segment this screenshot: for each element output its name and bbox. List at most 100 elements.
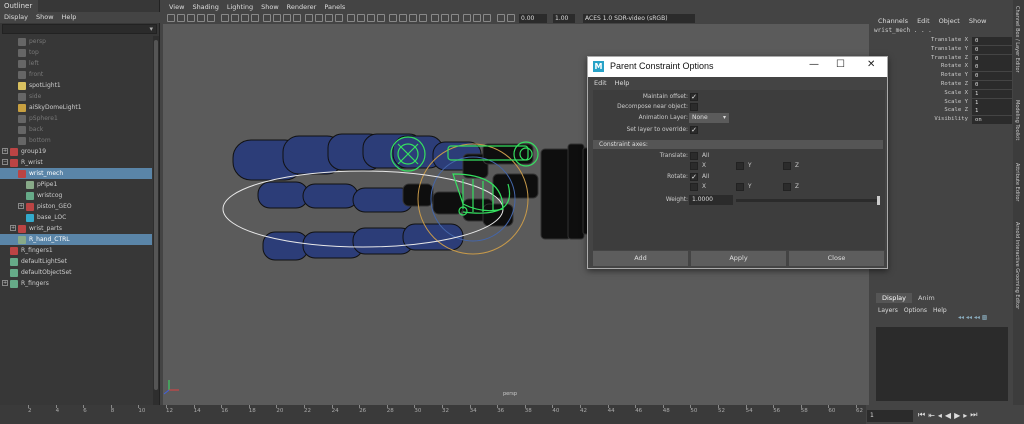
side-tab-arnold-grooming[interactable]: Arnold Interactive Grooming Editor xyxy=(1014,222,1020,309)
viewport-tool-icon[interactable] xyxy=(347,14,355,22)
viewport-tool-icon[interactable] xyxy=(409,14,417,22)
channel-attribute-row[interactable]: Rotate X 0 xyxy=(870,63,1013,72)
close-button[interactable]: Close xyxy=(789,251,884,266)
outliner-item[interactable]: spotLight1 xyxy=(0,80,152,91)
outliner-menu-show[interactable]: Show xyxy=(36,13,54,22)
vp-menu-view[interactable]: View xyxy=(169,3,184,13)
step-back-key-icon[interactable]: ⇤ xyxy=(928,411,935,420)
outliner-item[interactable]: R_hand_CTRL xyxy=(0,234,152,245)
outliner-item[interactable]: front xyxy=(0,69,152,80)
viewport-tool-icon[interactable] xyxy=(367,14,375,22)
translate-x-checkbox[interactable] xyxy=(690,162,698,170)
outliner-search-input[interactable]: ▾ xyxy=(2,24,157,34)
play-back-icon[interactable]: ◀ xyxy=(945,411,951,420)
attribute-value[interactable]: 0 xyxy=(972,72,1012,81)
outliner-item[interactable]: R_fingers1 xyxy=(0,245,152,256)
outliner-item[interactable]: defaultLightSet xyxy=(0,256,152,267)
chevron-down-icon[interactable]: ▾ xyxy=(149,25,153,33)
go-to-end-icon[interactable]: ⏭ xyxy=(970,410,977,420)
cb-menu-object[interactable]: Object xyxy=(939,17,960,27)
vp-menu-lighting[interactable]: Lighting xyxy=(227,3,253,13)
translate-y-checkbox[interactable] xyxy=(736,162,744,170)
outliner-item[interactable]: wrist_mech xyxy=(0,168,152,179)
play-forward-icon[interactable]: ▶ xyxy=(954,411,960,420)
channel-box-object-name[interactable]: wrist_mech . . . xyxy=(870,27,1013,37)
side-tab-modeling-toolkit[interactable]: Modeling Toolkit xyxy=(1014,100,1020,140)
cb-menu-channels[interactable]: Channels xyxy=(878,17,908,27)
viewport-tool-icon[interactable] xyxy=(187,14,195,22)
viewport-tool-icon[interactable] xyxy=(221,14,229,22)
attribute-value[interactable]: 1 xyxy=(972,98,1012,107)
attribute-value[interactable]: 1 xyxy=(972,89,1012,98)
vp-menu-show[interactable]: Show xyxy=(261,3,279,13)
viewport-tool-icon[interactable] xyxy=(431,14,439,22)
channel-attribute-row[interactable]: Translate Z 0 xyxy=(870,54,1013,64)
rotate-x-checkbox[interactable] xyxy=(690,183,698,191)
layer-tool-icons[interactable]: ◂◂ ◂◂ ◂◂ ▩ xyxy=(958,314,987,321)
outliner-item[interactable]: pPipe1 xyxy=(0,179,152,190)
vp-menu-renderer[interactable]: Renderer xyxy=(287,3,317,13)
layers-menu-options[interactable]: Options xyxy=(904,307,927,314)
attribute-value[interactable]: 1 xyxy=(972,107,1012,116)
outliner-item[interactable]: persp xyxy=(0,36,152,47)
cb-menu-show[interactable]: Show xyxy=(969,17,987,27)
layers-menu-help[interactable]: Help xyxy=(933,307,947,314)
side-tab-channel-box[interactable]: Channel Box / Layer Editor xyxy=(1014,6,1020,73)
outliner-item[interactable]: left xyxy=(0,58,152,69)
constraint-axes-header[interactable]: Constraint axes: xyxy=(593,140,883,149)
viewport-tool-icon[interactable] xyxy=(389,14,397,22)
channel-attribute-row[interactable]: Scale Z 1 xyxy=(870,107,1013,116)
outliner-item[interactable]: bottom xyxy=(0,135,152,146)
maximize-icon[interactable]: ☐ xyxy=(836,59,845,70)
attribute-value[interactable]: 0 xyxy=(972,63,1012,72)
viewport-tool-icon[interactable] xyxy=(167,14,175,22)
viewport-tool-icon[interactable] xyxy=(293,14,301,22)
outliner-item[interactable]: + group19 xyxy=(0,146,152,157)
viewport-tool-icon[interactable] xyxy=(197,14,205,22)
tab-anim[interactable]: Anim xyxy=(912,293,941,303)
viewport-tool-icon[interactable] xyxy=(263,14,271,22)
rotate-all-checkbox[interactable]: ✓ xyxy=(690,173,698,181)
vp-menu-shading[interactable]: Shading xyxy=(192,3,218,13)
outliner-item[interactable]: + wrist_parts xyxy=(0,223,152,234)
time-slider[interactable]: 2 4 6 8 10 12 14 16 18 20 22 24 26 28 30 32 34 36 38 40 42 44… xyxy=(0,405,866,424)
rotate-z-checkbox[interactable] xyxy=(783,183,791,191)
attribute-value[interactable]: on xyxy=(972,116,1012,125)
outliner-item[interactable]: aiSkyDomeLight1 xyxy=(0,102,152,113)
apply-button[interactable]: Apply xyxy=(691,251,786,266)
translate-z-checkbox[interactable] xyxy=(783,162,791,170)
outliner-item[interactable]: + R_fingers xyxy=(0,278,152,289)
viewport-tool-icon[interactable] xyxy=(473,14,481,22)
attribute-value[interactable]: 0 xyxy=(972,54,1012,63)
outliner-item[interactable]: defaultObjectSet xyxy=(0,267,152,278)
outliner-item[interactable]: wristcog xyxy=(0,190,152,201)
outliner-menu-help[interactable]: Help xyxy=(62,13,77,22)
outliner-item[interactable]: side xyxy=(0,91,152,102)
channel-attribute-row[interactable]: Translate Y 0 xyxy=(870,45,1013,55)
translate-all-checkbox[interactable] xyxy=(690,152,698,160)
dialog-titlebar[interactable]: M Parent Constraint Options — ☐ ✕ xyxy=(588,57,887,77)
attribute-value[interactable]: 0 xyxy=(972,45,1012,54)
channel-attribute-row[interactable]: Translate X 0 xyxy=(870,37,1013,46)
viewport-tool-icon[interactable] xyxy=(441,14,449,22)
step-forward-icon[interactable]: ▸ xyxy=(963,411,967,420)
current-frame-field[interactable]: 1 xyxy=(867,410,913,422)
dialog-menu-help[interactable]: Help xyxy=(615,79,630,87)
outliner-item[interactable]: pSphere1 xyxy=(0,113,152,124)
set-layer-checkbox[interactable]: ✓ xyxy=(690,126,698,134)
viewport-tool-icon[interactable] xyxy=(335,14,343,22)
outliner-item[interactable]: + piston_GEO xyxy=(0,201,152,212)
go-to-start-icon[interactable]: ⏮ xyxy=(918,410,925,420)
weight-slider-handle[interactable] xyxy=(877,196,880,205)
channel-attribute-row[interactable]: Rotate Z 0 xyxy=(870,80,1013,90)
outliner-item[interactable]: back xyxy=(0,124,152,135)
add-button[interactable]: Add xyxy=(593,251,688,266)
outliner-tab[interactable]: Outliner xyxy=(0,0,38,12)
viewport-tool-icon[interactable] xyxy=(231,14,239,22)
channel-attribute-row[interactable]: Rotate Y 0 xyxy=(870,72,1013,81)
viewport-tool-icon[interactable] xyxy=(419,14,427,22)
attribute-value[interactable]: 0 xyxy=(972,80,1012,89)
vp-menu-panels[interactable]: Panels xyxy=(324,3,345,13)
dialog-menu-edit[interactable]: Edit xyxy=(594,79,607,87)
viewport-tool-icon[interactable] xyxy=(251,14,259,22)
